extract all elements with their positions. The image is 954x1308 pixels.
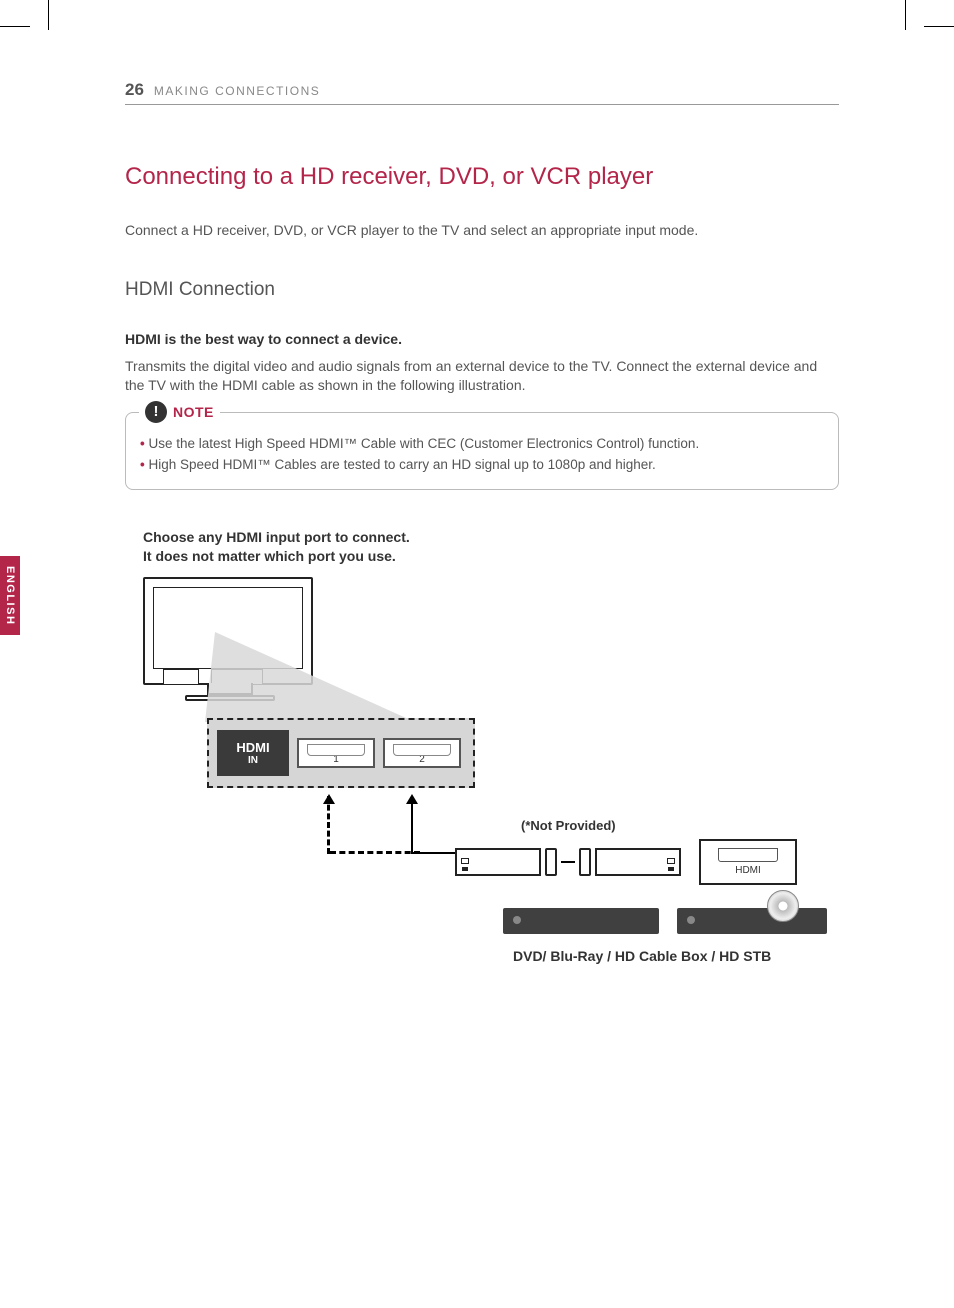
diagram-instruction-line: Choose any HDMI input port to connect. [143, 529, 410, 545]
arrow-dashed [327, 796, 330, 854]
bluray-player-icon [677, 908, 827, 934]
alert-icon: ! [145, 401, 167, 423]
hdmi-logo: HDMI [236, 740, 269, 755]
note-item: High Speed HDMI™ Cables are tested to ca… [140, 456, 824, 475]
not-provided-label: (*Not Provided) [521, 818, 616, 833]
emphasis-line: HDMI is the best way to connect a device… [125, 331, 839, 347]
page-number: 26 [125, 80, 144, 100]
note-header: ! NOTE [139, 401, 220, 423]
page-title: Connecting to a HD receiver, DVD, or VCR… [125, 163, 839, 191]
section-name: MAKING CONNECTIONS [154, 84, 320, 98]
connection-diagram: Choose any HDMI input port to connect. I… [143, 528, 839, 1048]
language-tab: ENGLISH [0, 556, 20, 635]
disc-icon [767, 890, 799, 922]
hdmi-out-label: HDMI [735, 865, 761, 876]
cable-box-icon [503, 908, 659, 934]
source-devices-illustration [503, 908, 827, 934]
crop-mark [48, 0, 49, 30]
cable-ferrite-icon [579, 848, 591, 876]
hdmi-in-badge: HDMI IN [217, 730, 289, 776]
hdmi-plug-icon [455, 848, 541, 876]
note-label: NOTE [173, 404, 214, 420]
intro-text: Connect a HD receiver, DVD, or VCR playe… [125, 221, 839, 241]
note-box: ! NOTE Use the latest High Speed HDMI™ C… [125, 412, 839, 490]
hdmi-port-2: 2 [383, 738, 461, 768]
zoom-highlight [205, 632, 415, 722]
hdmi-port-1: 1 [297, 738, 375, 768]
hdmi-in-label: IN [248, 755, 258, 766]
cable-ferrite-icon [545, 848, 557, 876]
subheading: HDMI Connection [125, 279, 839, 301]
hdmi-plug-icon [595, 848, 681, 876]
page-content: 26 MAKING CONNECTIONS Connecting to a HD… [60, 55, 894, 1268]
body-text: Transmits the digital video and audio si… [125, 357, 839, 396]
diagram-instruction: Choose any HDMI input port to connect. I… [143, 528, 839, 567]
arrow-solid [411, 796, 413, 854]
diagram-instruction-line: It does not matter which port you use. [143, 548, 396, 564]
hdmi-input-panel: HDMI IN 1 2 [207, 718, 475, 788]
hdmi-out-port: HDMI [699, 839, 797, 885]
cable-row: HDMI [455, 841, 839, 883]
page-header: 26 MAKING CONNECTIONS [125, 80, 839, 105]
crop-mark [905, 0, 906, 30]
crop-mark [924, 26, 954, 27]
note-item: Use the latest High Speed HDMI™ Cable wi… [140, 435, 824, 454]
cable-wire [561, 861, 575, 863]
devices-label: DVD/ Blu-Ray / HD Cable Box / HD STB [513, 948, 771, 964]
crop-mark [0, 26, 30, 27]
